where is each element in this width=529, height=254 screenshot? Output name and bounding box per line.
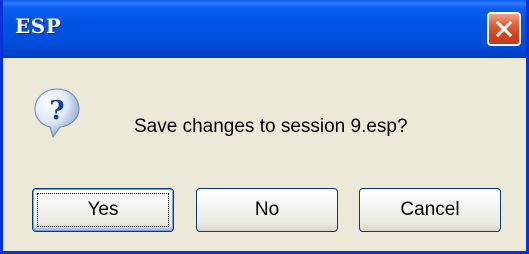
- window-title: ESP: [15, 14, 62, 38]
- cancel-button[interactable]: Cancel: [359, 188, 501, 232]
- question-icon: ?: [34, 88, 80, 139]
- dialog-message: Save changes to session 9.esp?: [134, 116, 408, 137]
- close-icon: [495, 20, 513, 38]
- no-button-label: No: [254, 199, 280, 220]
- cancel-button-label: Cancel: [400, 199, 460, 220]
- svg-text:?: ?: [49, 96, 64, 126]
- yes-button-label: Yes: [87, 199, 119, 220]
- close-button[interactable]: [487, 12, 521, 46]
- dialog-window: ESP ? Save changes to session 9.esp? Yes: [0, 0, 529, 254]
- title-bar[interactable]: ESP: [3, 0, 526, 58]
- no-button[interactable]: No: [196, 188, 338, 232]
- dialog-content: ? Save changes to session 9.esp? Yes No …: [3, 58, 526, 251]
- yes-button[interactable]: Yes: [32, 188, 174, 232]
